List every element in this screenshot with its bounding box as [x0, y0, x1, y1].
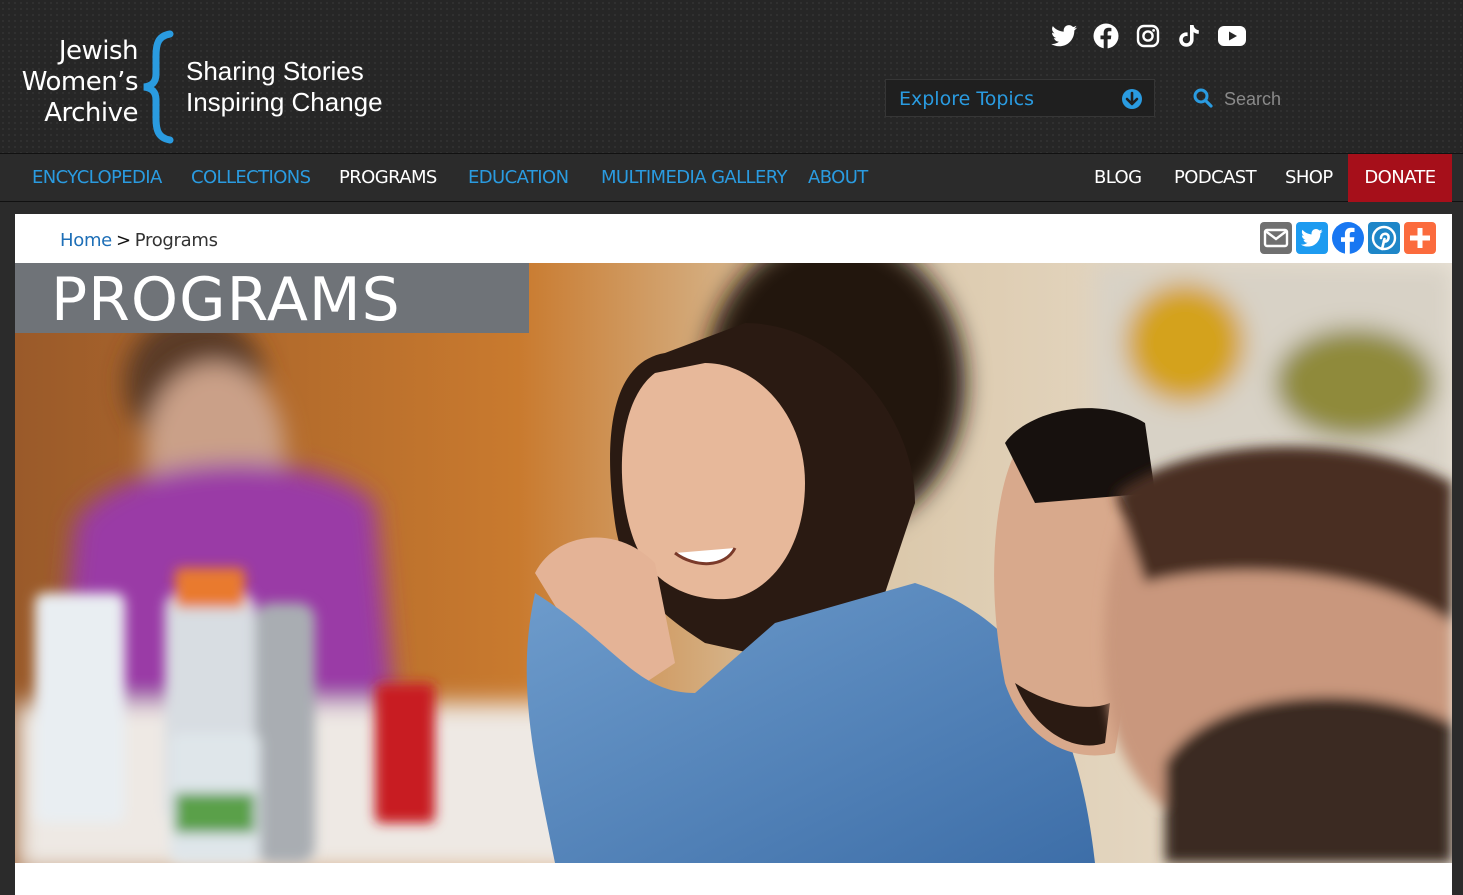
logo-line-3: Archive [44, 98, 138, 128]
search-icon[interactable] [1193, 88, 1213, 113]
donate-button[interactable]: DONATE [1348, 154, 1452, 202]
nav-podcast[interactable]: PODCAST [1174, 154, 1257, 202]
logo-line-2: Women’s [21, 67, 139, 97]
twitter-icon[interactable] [1048, 20, 1080, 52]
logo-line-1: Jewish [58, 36, 139, 66]
social-links [1048, 20, 1258, 52]
chevron-down-icon [1122, 89, 1142, 109]
youtube-icon[interactable] [1216, 20, 1248, 52]
page-title: PROGRAMS [51, 265, 401, 335]
share-buttons [1260, 222, 1440, 254]
tagline-line-2: Inspiring Change [186, 87, 383, 117]
nav-education[interactable]: EDUCATION [468, 154, 569, 202]
nav-about[interactable]: ABOUT [808, 154, 868, 202]
facebook-icon[interactable] [1090, 20, 1122, 52]
nav-multimedia-gallery[interactable]: MULTIMEDIA GALLERY [601, 154, 788, 202]
tagline-line-1: Sharing Stories [186, 56, 364, 86]
breadcrumb-home-link[interactable]: Home [60, 230, 112, 251]
search-input[interactable] [1222, 84, 1426, 114]
breadcrumb: Home > Programs [60, 230, 218, 251]
explore-topics-dropdown[interactable]: Explore Topics [885, 79, 1155, 117]
nav-shop[interactable]: SHOP [1285, 154, 1333, 202]
plus-icon[interactable] [1404, 222, 1436, 254]
nav-encyclopedia[interactable]: ENCYCLOPEDIA [32, 154, 162, 202]
instagram-icon[interactable] [1132, 20, 1164, 52]
email-icon[interactable] [1260, 222, 1292, 254]
breadcrumb-current: Programs [134, 230, 218, 251]
search-box[interactable] [1186, 80, 1446, 116]
facebook-icon[interactable] [1332, 222, 1364, 254]
nav-collections[interactable]: COLLECTIONS [191, 154, 311, 202]
twitter-icon[interactable] [1296, 222, 1328, 254]
logo-brace-icon [143, 30, 174, 144]
page-title-banner: PROGRAMS [15, 263, 529, 335]
site-header: Jewish Women’s Archive Sharing Stories I… [0, 0, 1463, 153]
tagline: Sharing Stories Inspiring Change [186, 56, 383, 118]
breadcrumb-separator: > [115, 230, 131, 251]
nav-blog[interactable]: BLOG [1094, 154, 1142, 202]
pinterest-icon[interactable] [1368, 222, 1400, 254]
hero-image [15, 263, 1452, 863]
site-logo[interactable]: Jewish Women’s Archive [14, 36, 139, 129]
explore-topics-label: Explore Topics [899, 88, 1035, 110]
main-nav: ENCYCLOPEDIA COLLECTIONS PROGRAMS EDUCAT… [0, 153, 1463, 202]
nav-programs[interactable]: PROGRAMS [339, 154, 437, 202]
tiktok-icon[interactable] [1174, 20, 1206, 52]
